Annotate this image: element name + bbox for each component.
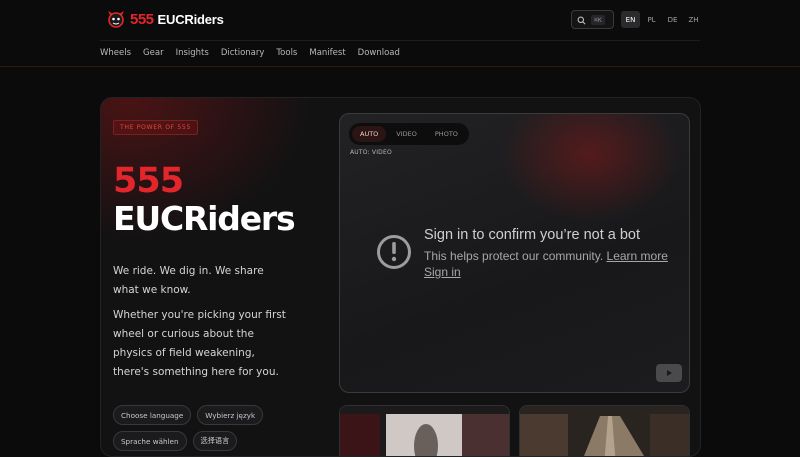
logo-icon — [106, 9, 126, 29]
logo-name: EUCRiders — [157, 11, 224, 27]
tab-photo[interactable]: PHOTO — [427, 126, 466, 142]
logo-number: 555 — [130, 10, 154, 28]
search-button[interactable]: ⌘K — [571, 10, 614, 29]
language-switcher: EN PL DE ZH — [621, 11, 703, 28]
header-divider — [100, 40, 700, 41]
lang-pl[interactable]: PL — [642, 11, 661, 28]
tab-auto[interactable]: AUTO — [352, 126, 387, 142]
lang-zh[interactable]: ZH — [684, 11, 703, 28]
nav-tools[interactable]: Tools — [276, 48, 297, 58]
search-shortcut: ⌘K — [591, 14, 605, 25]
media-mode-label: AUTO: VIDEO — [350, 149, 392, 156]
chip-sprache-wahlen[interactable]: Sprache wählen — [113, 431, 187, 451]
chip-choose-language[interactable]: Choose language — [113, 405, 192, 425]
hero-title-number: 555 — [113, 161, 184, 201]
hero-card: THE POWER OF 555 555 EUCRiders We ride. … — [100, 97, 701, 457]
chip-wybierz-jezyk[interactable]: Wybierz język — [197, 405, 264, 425]
nav-divider — [0, 66, 800, 67]
hero-title-name: EUCRiders — [113, 199, 296, 238]
bot-check-title: Sign in to confirm you’re not a bot — [424, 227, 641, 243]
nav-download[interactable]: Download — [358, 48, 400, 58]
video-player[interactable]: AUTO VIDEO PHOTO AUTO: VIDEO Sign in to … — [339, 113, 690, 393]
lang-en[interactable]: EN — [621, 11, 640, 28]
site-logo[interactable]: 555 EUCRiders — [106, 9, 224, 29]
nav-manifest[interactable]: Manifest — [309, 48, 345, 58]
nav-dictionary[interactable]: Dictionary — [221, 48, 265, 58]
learn-more-link[interactable]: Learn more — [607, 249, 668, 263]
chip-xuanze-yuyan[interactable]: 选择语言 — [192, 431, 238, 451]
search-icon — [577, 10, 586, 29]
youtube-logo-icon[interactable] — [656, 364, 682, 382]
media-thumbnail[interactable] — [339, 405, 510, 456]
sign-in-link[interactable]: Sign in — [424, 265, 461, 279]
hero-description: Whether you're picking your first wheel … — [113, 309, 286, 378]
bot-check-subtitle: This helps protect our community. Learn … — [424, 249, 668, 263]
language-chips: Choose language Wybierz język Sprache wä… — [113, 405, 273, 451]
hero-badge: THE POWER OF 555 — [113, 120, 199, 135]
nav-wheels[interactable]: Wheels — [100, 48, 131, 58]
alert-icon — [377, 235, 411, 269]
tab-video[interactable]: VIDEO — [388, 126, 425, 142]
media-tabs: AUTO VIDEO PHOTO — [349, 123, 469, 145]
main-nav: Wheels Gear Insights Dictionary Tools Ma… — [100, 48, 400, 58]
nav-insights[interactable]: Insights — [176, 48, 209, 58]
bot-check-text: This helps protect our community. — [424, 249, 604, 263]
lang-de[interactable]: DE — [663, 11, 682, 28]
top-bar: 555 EUCRiders ⌘K EN PL DE ZH — [0, 0, 800, 40]
nav-gear[interactable]: Gear — [143, 48, 164, 58]
hero-intro: We ride. We dig in. We share what we kno… — [113, 265, 264, 296]
media-thumbnail[interactable] — [519, 405, 690, 456]
